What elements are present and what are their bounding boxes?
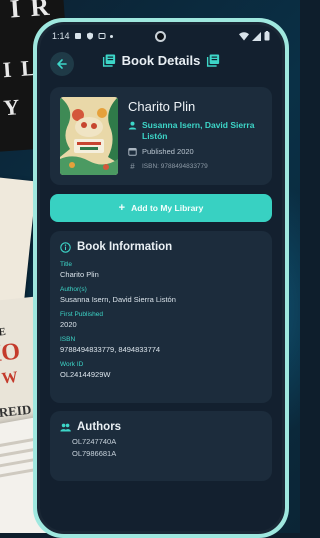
screenshot-icon: [98, 33, 106, 39]
status-time: 1:14: [52, 31, 70, 41]
field-value: 9788494833779, 8494833774: [60, 345, 161, 354]
arrow-left-icon: [57, 59, 67, 69]
field-value: 2020: [60, 320, 77, 329]
library-books-icon: [102, 54, 116, 67]
dot-icon: [109, 34, 113, 38]
info-field-title: Title Charito Plin: [60, 261, 262, 279]
author-id[interactable]: OL7986681A: [60, 449, 262, 458]
battery-icon: [264, 31, 270, 41]
signal-icon: [252, 31, 261, 41]
people-icon: [60, 423, 71, 431]
add-to-library-label: Add to My Library: [131, 203, 204, 213]
info-field-work-id: Work ID OL24144929W: [60, 361, 262, 379]
phone-frame: 1:14 Book Details Charito Plin Susanna I…: [33, 18, 289, 538]
book-isbn: ISBN: 9788494833779: [142, 163, 208, 170]
back-button[interactable]: [50, 52, 74, 76]
calendar-icon: [128, 148, 137, 156]
field-value: Susanna Isern, David Sierra Listón: [60, 295, 176, 304]
info-field-first-published: First Published 2020: [60, 311, 262, 329]
add-to-library-button[interactable]: + Add to My Library: [50, 194, 272, 222]
shield-icon: [86, 32, 93, 40]
camera-cutout: [155, 31, 166, 42]
field-label: Author(s): [60, 286, 87, 293]
authors-title: Authors: [77, 421, 122, 433]
field-label: ISBN: [60, 336, 76, 343]
notification-icon: [74, 33, 81, 39]
plus-icon: +: [118, 201, 126, 214]
wifi-icon: [239, 31, 249, 40]
hash-icon: #: [130, 162, 135, 171]
info-field-authors: Author(s) Susanna Isern, David Sierra Li…: [60, 286, 262, 304]
book-cover-image: [60, 97, 118, 175]
page-title: Book Details: [121, 53, 201, 68]
author-id[interactable]: OL7247740A: [60, 437, 262, 446]
book-title: Charito Plin: [128, 99, 196, 114]
book-information-card: Book Information Title Charito Plin Auth…: [50, 231, 272, 403]
info-icon: [60, 241, 71, 253]
library-books-icon: [206, 54, 219, 67]
book-cover-decoration: [0, 175, 37, 311]
app-screen: 1:14 Book Details Charito Plin Susanna I…: [37, 22, 285, 534]
person-icon: [128, 121, 137, 130]
info-field-isbn: ISBN 9788494833779, 8494833774: [60, 336, 262, 354]
field-label: First Published: [60, 311, 103, 318]
field-label: Work ID: [60, 361, 84, 368]
book-authors[interactable]: Susanna Isern, David Sierra Listón: [142, 120, 262, 142]
book-summary-card: Charito Plin Susanna Isern, David Sierra…: [50, 87, 272, 185]
field-value: OL24144929W: [60, 370, 111, 379]
field-label: Title: [60, 261, 73, 268]
book-published: Published 2020: [142, 147, 194, 156]
book-information-title: Book Information: [77, 241, 173, 253]
app-header: Book Details: [40, 47, 282, 81]
authors-card: Authors OL7247740A OL7986681A: [50, 411, 272, 481]
field-value: Charito Plin: [60, 270, 99, 279]
